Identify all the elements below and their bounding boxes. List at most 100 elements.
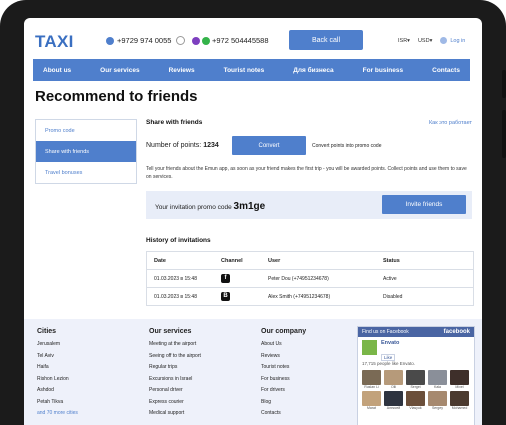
convert-note: Convert points into promo code bbox=[312, 143, 382, 149]
footer-link[interactable]: Petah Tikva bbox=[37, 399, 78, 411]
viber-icon[interactable] bbox=[192, 36, 200, 45]
facebook-fan[interactable]: Olli bbox=[384, 370, 403, 389]
fan-name: Olli bbox=[390, 385, 397, 389]
facebook-fan[interactable]: Mixel bbox=[450, 370, 469, 389]
column-header-user: User bbox=[268, 257, 281, 264]
facebook-fan[interactable]: Mohamed bbox=[450, 391, 469, 410]
info-icon[interactable] bbox=[176, 36, 186, 45]
sidebar-item-promo-code[interactable]: Promo code bbox=[36, 120, 136, 141]
facebook-fan[interactable]: Marat bbox=[362, 391, 381, 410]
facebook-widget: Find us on Facebook facebook Envato Like… bbox=[357, 326, 475, 425]
footer-link[interactable]: Blog bbox=[261, 399, 306, 411]
footer-link[interactable]: Seeing off to the airport bbox=[149, 353, 201, 365]
footer-link[interactable]: Meeting at the airport bbox=[149, 341, 201, 353]
currency-select-isr[interactable]: ISR▾ bbox=[398, 38, 410, 44]
footer-heading: Our services bbox=[149, 328, 192, 335]
phone-primary[interactable]: +9729 974 0055 bbox=[106, 36, 186, 45]
fan-avatar bbox=[450, 370, 469, 385]
facebook-fan[interactable]: Sergei bbox=[406, 370, 425, 389]
footer-link[interactable]: Haifa bbox=[37, 364, 78, 376]
sidebar-item-travel-bonuses[interactable]: Travel bonuses bbox=[36, 162, 136, 183]
fan-name: Sergey bbox=[431, 406, 444, 410]
facebook-fan[interactable]: Алексей bbox=[384, 391, 403, 410]
facebook-page-name[interactable]: Envato bbox=[381, 340, 399, 346]
cell-date: 01.03.2023 в 15:48 bbox=[154, 275, 197, 282]
footer-link[interactable]: About Us bbox=[261, 341, 306, 353]
footer-link[interactable]: Tel Aviv bbox=[37, 353, 78, 365]
site-logo[interactable]: TAXI bbox=[35, 32, 74, 52]
user-icon bbox=[440, 37, 448, 44]
cell-user: Peter Dou (+74951234678) bbox=[268, 275, 329, 282]
promo-code-value[interactable]: 3m1ge bbox=[234, 201, 266, 212]
nav-tourist-notes[interactable]: Tourist notes bbox=[224, 67, 265, 74]
footer-link[interactable]: Ashdod bbox=[37, 387, 78, 399]
sidebar-item-share-with-friends[interactable]: Share with friends bbox=[36, 141, 136, 162]
facebook-fan[interactable]: Vlasyuk bbox=[406, 391, 425, 410]
footer-link[interactable]: Rishon Lezion bbox=[37, 376, 78, 388]
device-side-button bbox=[502, 70, 506, 98]
footer-link[interactable]: Tourist notes bbox=[261, 364, 306, 376]
fan-name: Mohamed bbox=[451, 406, 468, 410]
facebook-icon: f bbox=[221, 274, 230, 283]
fan-avatar bbox=[384, 370, 403, 385]
facebook-fan[interactable]: Sergey bbox=[428, 391, 447, 410]
footer-cities: Cities Jerusalem Tel Aviv Haifa Rishon L… bbox=[37, 328, 78, 422]
points-display: Number of points: 1234 bbox=[146, 142, 219, 149]
facebook-fan[interactable]: Kala bbox=[428, 370, 447, 389]
facebook-widget-bar: Find us on Facebook facebook bbox=[358, 327, 474, 337]
phone-secondary[interactable]: +972 504445588 bbox=[192, 36, 269, 45]
phone-secondary-number: +972 504445588 bbox=[212, 36, 269, 45]
nav-for-business[interactable]: For business bbox=[363, 67, 403, 74]
facebook-like-count: 17,715 people like Envato. bbox=[362, 361, 416, 366]
footer-link[interactable]: Excursions in Israel bbox=[149, 376, 201, 388]
footer-link[interactable]: Personal driver bbox=[149, 387, 201, 399]
footer-link[interactable]: Medical support bbox=[149, 410, 201, 422]
facebook-fan[interactable]: Ruslan Li bbox=[362, 370, 381, 389]
nav-about-us[interactable]: About us bbox=[43, 67, 71, 74]
nav-for-business-ru[interactable]: Для бизнеса bbox=[293, 67, 333, 74]
fan-avatar bbox=[384, 391, 403, 406]
fan-avatar bbox=[406, 391, 425, 406]
footer-link[interactable]: Reviews bbox=[261, 353, 306, 365]
nav-our-services[interactable]: Our services bbox=[100, 67, 139, 74]
nav-reviews[interactable]: Reviews bbox=[169, 67, 195, 74]
fan-name: Vlasyuk bbox=[409, 406, 422, 410]
footer-link[interactable]: For drivers bbox=[261, 387, 306, 399]
cell-status: Active bbox=[383, 275, 397, 282]
table-header-row: Date Channel User Status bbox=[147, 252, 473, 269]
nav-contacts[interactable]: Contacts bbox=[432, 67, 460, 74]
description-text: Tell your friends about the Emun app, as… bbox=[146, 166, 467, 180]
footer-link[interactable]: For business bbox=[261, 376, 306, 388]
login-link[interactable]: Log in bbox=[440, 37, 465, 44]
footer-link[interactable]: Jerusalem bbox=[37, 341, 78, 353]
facebook-faces-grid: Ruslan Li Olli Sergei Kala Mixel Marat Алексей… bbox=[362, 370, 469, 410]
footer-link[interactable]: Regular trips bbox=[149, 364, 201, 376]
footer-link[interactable]: Contacts bbox=[261, 410, 306, 422]
fan-name: Алексей bbox=[386, 406, 401, 410]
fan-avatar bbox=[450, 391, 469, 406]
fan-avatar bbox=[362, 391, 381, 406]
more-cities-link[interactable]: and 70 more cities bbox=[37, 410, 78, 422]
fan-avatar bbox=[428, 370, 447, 385]
phone-icon bbox=[106, 36, 114, 45]
back-call-button[interactable]: Back call bbox=[289, 30, 363, 50]
currency-select-usd[interactable]: USD▾ bbox=[418, 38, 432, 44]
facebook-logo[interactable]: facebook bbox=[444, 329, 470, 335]
fan-name: Marat bbox=[367, 406, 376, 410]
invite-friends-button[interactable]: Invite friends bbox=[382, 195, 466, 214]
footer-heading: Our company bbox=[261, 328, 307, 335]
phone-primary-number: +9729 974 0055 bbox=[117, 36, 172, 45]
promo-code-panel: Your invitation promo code 3m1ge Invite … bbox=[146, 191, 472, 219]
facebook-like-button[interactable]: Like bbox=[381, 354, 396, 361]
footer-services: Our services Meeting at the airport Seei… bbox=[149, 328, 201, 422]
envato-logo-icon[interactable] bbox=[362, 340, 377, 355]
footer-link[interactable]: Express courier bbox=[149, 399, 201, 411]
device-side-button bbox=[502, 110, 506, 158]
how-it-works-link[interactable]: Как это работает bbox=[429, 120, 472, 126]
history-table: Date Channel User Status 01.03.2023 в 15… bbox=[146, 251, 474, 306]
convert-button[interactable]: Convert bbox=[232, 136, 306, 155]
cell-date: 01.03.2023 в 15:48 bbox=[154, 293, 197, 300]
site-header: TAXI +9729 974 0055 +972 504445588 Back … bbox=[24, 18, 482, 58]
whatsapp-icon[interactable] bbox=[202, 36, 210, 45]
fan-avatar bbox=[406, 370, 425, 385]
